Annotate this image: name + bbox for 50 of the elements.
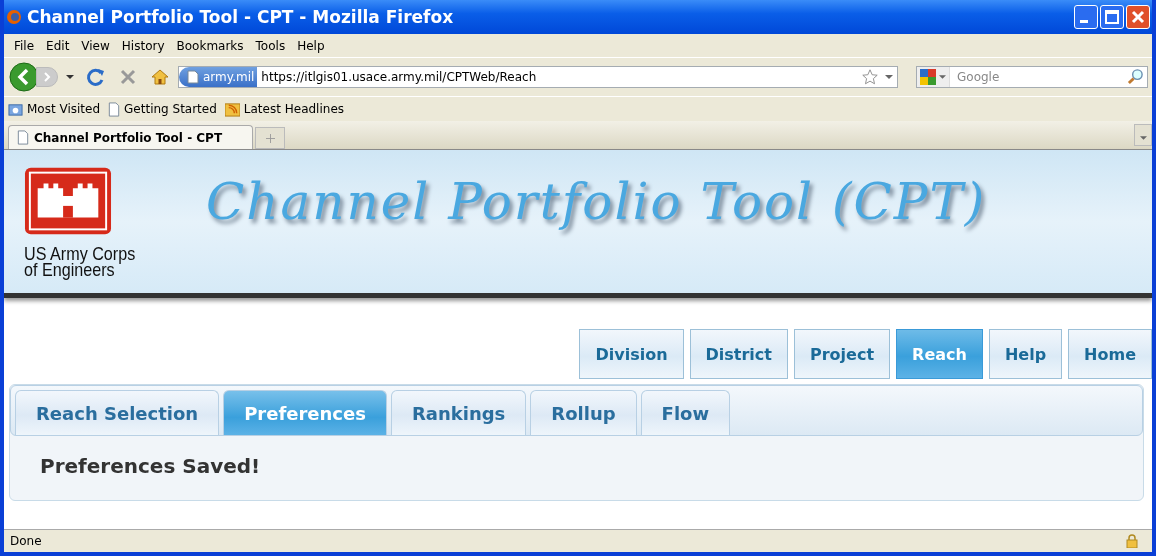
maximize-button[interactable] <box>1100 5 1124 29</box>
minimize-icon <box>1080 19 1088 23</box>
tab[interactable]: Reach Selection <box>15 390 220 435</box>
caret-icon <box>1139 135 1147 140</box>
bookmark-item[interactable]: Getting Started <box>108 101 217 117</box>
dropdown-icon[interactable] <box>885 75 893 79</box>
banner-title: Channel Portfolio Tool (CPT) <box>206 172 987 231</box>
status-text: Done <box>10 534 42 548</box>
page-icon <box>17 130 29 145</box>
search-engine-icon[interactable] <box>917 67 950 87</box>
plus-icon <box>265 133 275 143</box>
menu-item[interactable]: Edit <box>40 38 76 53</box>
window-title: Channel Portfolio Tool - CPT - Mozilla Firefox <box>27 7 455 27</box>
tab[interactable]: Rollup <box>530 390 637 435</box>
dropdown-icon[interactable] <box>66 75 74 79</box>
page-icon <box>108 101 121 117</box>
menu-item[interactable]: Help <box>291 38 331 53</box>
nav-button[interactable]: Help <box>988 329 1063 379</box>
firefox-icon <box>6 9 22 25</box>
close-button[interactable] <box>1126 5 1150 29</box>
nav-button[interactable]: District <box>689 329 788 379</box>
list-tabs-button[interactable] <box>1134 124 1152 146</box>
site-identity-badge[interactable]: army.mil <box>179 67 258 87</box>
bookmark-item[interactable]: Most Visited <box>8 101 101 117</box>
status-message: Preferences Saved! <box>39 453 262 478</box>
logo-caption: US Army Corps of Engineers <box>24 245 137 278</box>
maximize-icon <box>1102 7 1122 27</box>
reload-icon[interactable] <box>86 67 106 87</box>
home-icon[interactable] <box>150 67 170 87</box>
stop-icon[interactable] <box>118 67 138 87</box>
bookmark-item[interactable]: Latest Headlines <box>224 101 344 117</box>
address-field[interactable]: army.mil https://itlgis01.usace.army.mil/CPTWeb/Reach <box>178 66 898 88</box>
nav-button[interactable]: Project <box>794 329 891 379</box>
menu-item[interactable]: History <box>115 38 171 53</box>
search-icon[interactable] <box>1127 68 1144 85</box>
tab[interactable]: Flow <box>640 390 731 435</box>
menu-item[interactable]: Bookmarks <box>170 38 250 53</box>
nav-button[interactable]: Home <box>1068 329 1152 379</box>
minimize-button[interactable] <box>1074 5 1098 29</box>
feed-icon <box>224 101 240 117</box>
menu-item[interactable]: File <box>8 38 41 53</box>
menu-item[interactable]: Tools <box>249 38 292 53</box>
url-text: https://itlgis01.usace.army.mil/CPTWeb/Reach <box>260 70 538 84</box>
tab[interactable]: Rankings <box>390 390 527 435</box>
menu-item[interactable]: View <box>75 38 116 53</box>
browser-tab[interactable]: Channel Portfolio Tool - CPT <box>8 125 253 149</box>
star-icon[interactable] <box>861 68 879 86</box>
folder-icon <box>8 101 23 117</box>
padlock-icon <box>1126 534 1138 548</box>
nav-button[interactable]: Division <box>579 329 684 379</box>
